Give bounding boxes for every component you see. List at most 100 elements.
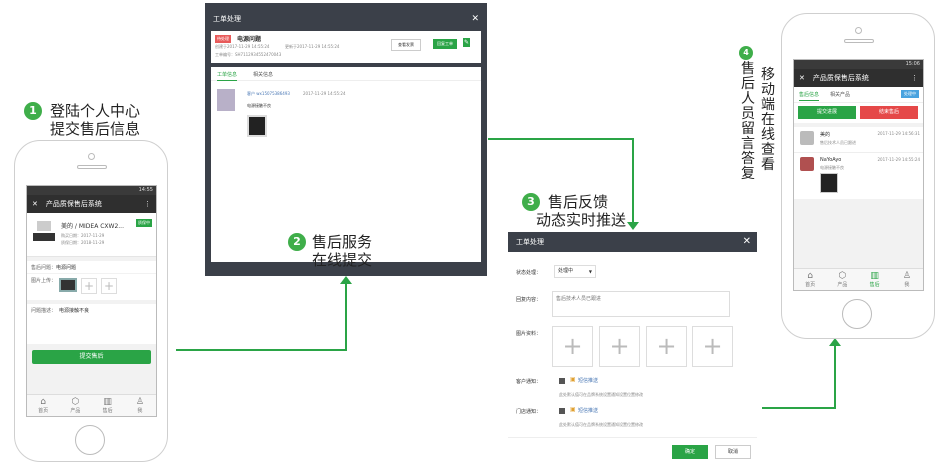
product-name: 美的 / MIDEA CXW2... bbox=[61, 223, 124, 230]
ticket-process-dialog: 工单处理 ✕ 状态处理： 处理中 ▼ 回复内容： 售后技术人员已跟进 图片资料： … bbox=[508, 232, 757, 468]
submit-button[interactable]: 提交售后 bbox=[32, 350, 151, 364]
tab-service-info[interactable]: 售后信息 bbox=[799, 91, 820, 101]
nav-service[interactable]: ▥ 售后 bbox=[92, 395, 124, 416]
status-bar: 15:06 bbox=[794, 60, 923, 69]
close-icon[interactable]: ✕ bbox=[743, 232, 751, 252]
desc-row[interactable]: 问题描述： 电源接触不良 bbox=[27, 304, 156, 344]
phone-speaker bbox=[77, 165, 107, 169]
message-time: 2017-11-29 14:56:31 bbox=[877, 131, 920, 136]
status-bar: 14:55 bbox=[27, 186, 156, 195]
message-text: 电源接触不良 bbox=[247, 103, 271, 108]
nav-me[interactable]: ♙ 我 bbox=[124, 395, 156, 416]
step4-col1: 售后人员留言答复 bbox=[741, 61, 755, 182]
trash-icon: ▥ bbox=[870, 271, 879, 281]
connector bbox=[345, 282, 347, 351]
trash-icon: ▥ bbox=[103, 397, 112, 407]
cancel-button[interactable]: 取消 bbox=[715, 445, 751, 459]
tab-related-products[interactable]: 相关产品 bbox=[830, 91, 850, 98]
submit-progress-button[interactable]: 提交进展 bbox=[798, 106, 856, 119]
message-user: NaYoAyo bbox=[820, 157, 842, 163]
created-time: 创建于2017-11-29 14:55:24 bbox=[215, 44, 270, 49]
purchase-date: 购买日期：2017-11-29 bbox=[61, 233, 105, 238]
hood-image bbox=[33, 221, 55, 245]
step1-badge: 1 bbox=[24, 102, 42, 120]
edit-icon[interactable]: ✎ bbox=[463, 38, 471, 47]
phone4-screen: 15:06 ✕ 产品质保售后系统 ⋮ 售后信息 相关产品 处理中 提交进展 结束… bbox=[793, 59, 924, 291]
add-image-button[interactable]: + bbox=[692, 326, 733, 367]
ticket-issue: 电源问题 bbox=[237, 36, 262, 43]
status-badge: 处理中 bbox=[901, 90, 919, 98]
add-image-button[interactable]: + bbox=[81, 278, 97, 294]
step4-badge: 4 bbox=[739, 46, 753, 60]
view-invoice-button[interactable]: 查看发票 bbox=[391, 39, 421, 51]
uploaded-image[interactable] bbox=[59, 278, 77, 292]
message-user: 美的 bbox=[820, 132, 831, 138]
phone-staff: 15:06 ✕ 产品质保售后系统 ⋮ 售后信息 相关产品 处理中 提交进展 结束… bbox=[781, 13, 935, 339]
notify1-value: 短信推送 bbox=[578, 378, 599, 384]
home-icon: ⌂ bbox=[40, 397, 46, 407]
sms-icon: ▣ bbox=[570, 376, 576, 383]
image-row: 图片上传： + + bbox=[27, 274, 156, 300]
message-item: 美的 2017-11-29 14:56:31 售后技术人员已跟进 bbox=[794, 127, 923, 153]
tabs: 售后信息 相关产品 处理中 bbox=[794, 87, 923, 103]
warranty-tag: 质保中 bbox=[136, 219, 152, 227]
tab-ticket-info[interactable]: 工单信息 bbox=[217, 71, 238, 81]
confirm-button[interactable]: 确定 bbox=[672, 445, 708, 459]
message-text: 电源接触不良 bbox=[820, 165, 844, 170]
home-icon: ⌂ bbox=[807, 271, 813, 281]
arrow-up-icon bbox=[829, 338, 841, 346]
connector bbox=[834, 344, 836, 409]
add-image-button[interactable]: + bbox=[646, 326, 687, 367]
phone-customer: 14:55 ✕ 产品质保售后系统 ⋮ 美的 / MIDEA CXW2... 质保… bbox=[14, 140, 168, 462]
status-label: 状态处理： bbox=[516, 270, 542, 276]
connector bbox=[176, 349, 346, 351]
close-icon[interactable]: ✕ bbox=[471, 7, 479, 31]
message-image[interactable] bbox=[820, 173, 838, 193]
message-user: 客户 wx15075386493 bbox=[247, 91, 290, 96]
issue-row[interactable]: 售后问题：电源问题 bbox=[27, 261, 156, 273]
home-button bbox=[75, 425, 105, 455]
phone-speaker bbox=[844, 39, 874, 43]
bottom-nav: ⌂ 首页 ⬡ 产品 ▥ 售后 ♙ 我 bbox=[794, 268, 923, 290]
tab-related-info[interactable]: 相关信息 bbox=[253, 71, 273, 78]
add-image-button[interactable]: + bbox=[552, 326, 593, 367]
end-service-button[interactable]: 结束售后 bbox=[860, 106, 918, 119]
message-image[interactable] bbox=[247, 115, 267, 137]
status-select[interactable]: 处理中 ▼ bbox=[554, 265, 596, 278]
menu-icon[interactable]: ⋮ bbox=[144, 200, 151, 208]
step2-badge: 2 bbox=[288, 233, 306, 251]
nav-home[interactable]: ⌂ 首页 bbox=[794, 269, 826, 290]
add-image-button[interactable]: + bbox=[101, 278, 117, 294]
ticket-summary: 待处理 电源问题 创建于2017-11-29 14:55:24 更新于2017-… bbox=[211, 31, 481, 63]
notify2-checkbox[interactable] bbox=[559, 408, 565, 414]
connector bbox=[762, 407, 836, 409]
nav-home[interactable]: ⌂ 首页 bbox=[27, 395, 59, 416]
message-text: 售后技术人员已跟进 bbox=[820, 140, 856, 145]
nav-me[interactable]: ♙ 我 bbox=[891, 269, 923, 290]
message-item: NaYoAyo 2017-11-29 14:55:24 电源接触不良 bbox=[794, 153, 923, 199]
add-image-button[interactable]: + bbox=[599, 326, 640, 367]
phone-camera bbox=[88, 153, 95, 160]
connector bbox=[488, 138, 634, 140]
reply-ticket-button[interactable]: 回复工单 bbox=[433, 39, 457, 49]
avatar bbox=[217, 89, 235, 111]
menu-icon[interactable]: ⋮ bbox=[911, 74, 918, 82]
nav-product[interactable]: ⬡ 产品 bbox=[59, 395, 91, 416]
user-icon: ♙ bbox=[902, 271, 911, 281]
panel3-title: 工单处理 bbox=[516, 238, 544, 246]
step3-badge: 3 bbox=[522, 193, 540, 211]
desc-value: 电源接触不良 bbox=[59, 308, 90, 314]
cube-icon: ⬡ bbox=[838, 271, 847, 281]
status-tag: 待处理 bbox=[215, 35, 231, 43]
close-icon[interactable]: ✕ bbox=[32, 200, 38, 208]
phone-camera bbox=[855, 27, 862, 34]
close-icon[interactable]: ✕ bbox=[799, 74, 805, 82]
step3-label: 3 售后反馈 动态实时推送 bbox=[522, 193, 652, 233]
notify1-checkbox[interactable] bbox=[559, 378, 565, 384]
nav-service[interactable]: ▥ 售后 bbox=[859, 269, 891, 290]
reply-textarea[interactable]: 售后技术人员已跟进 bbox=[552, 291, 730, 317]
app-title: 产品质保售后系统 bbox=[812, 74, 869, 82]
nav-product[interactable]: ⬡ 产品 bbox=[826, 269, 858, 290]
product-card[interactable]: 美的 / MIDEA CXW2... 质保中 购买日期：2017-11-29 质… bbox=[27, 213, 156, 257]
step2-line2: 在线提交 bbox=[312, 251, 373, 269]
